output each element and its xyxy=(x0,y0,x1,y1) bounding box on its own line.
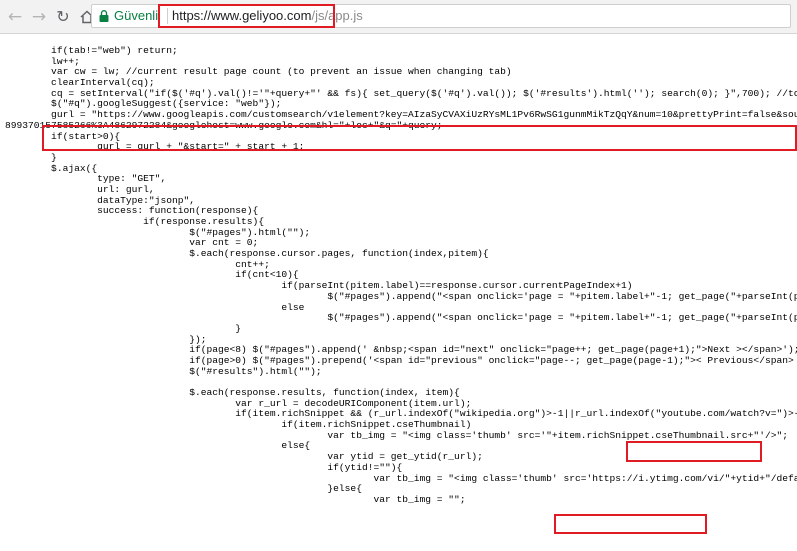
url-host: https://www.geliyoo.com xyxy=(172,8,312,23)
address-bar[interactable]: Güvenli https://www.geliyoo.com/js/app.j… xyxy=(91,4,791,28)
back-arrow-icon[interactable]: ← xyxy=(4,6,26,28)
browser-toolbar: ← → ↻ Güvenli https://www.geliyoo.com/js… xyxy=(0,0,797,34)
address-separator xyxy=(167,8,168,24)
code-line: if(ytid!=""){ xyxy=(5,461,403,473)
forward-arrow-icon[interactable]: → xyxy=(28,6,50,28)
code-line: } xyxy=(5,322,242,334)
code-line: $("#pages").append("<span onclick='page … xyxy=(5,290,797,302)
code-line: 899370157585266%3A4862972284&googlehost=… xyxy=(5,119,443,131)
code-line: } xyxy=(5,151,57,163)
url-path: /js/app.js xyxy=(311,8,363,23)
code-line: $("#results").html(""); xyxy=(5,365,322,377)
secure-label: Güvenli xyxy=(114,8,159,23)
code-line: gurl = gurl + "&start=" + start + 1; xyxy=(5,141,305,153)
url-text[interactable]: https://www.geliyoo.com/js/app.js xyxy=(172,8,363,24)
reload-icon[interactable]: ↻ xyxy=(52,6,74,28)
code-line: var tb_img = ""; xyxy=(5,493,466,505)
lock-icon xyxy=(99,10,109,22)
source-code-view: if(tab!="web") return; lw++; var cw = lw… xyxy=(0,34,797,551)
code-block: if(tab!="web") return; lw++; var cw = lw… xyxy=(5,45,797,506)
code-line: if(tab!="web") return; xyxy=(5,45,178,56)
